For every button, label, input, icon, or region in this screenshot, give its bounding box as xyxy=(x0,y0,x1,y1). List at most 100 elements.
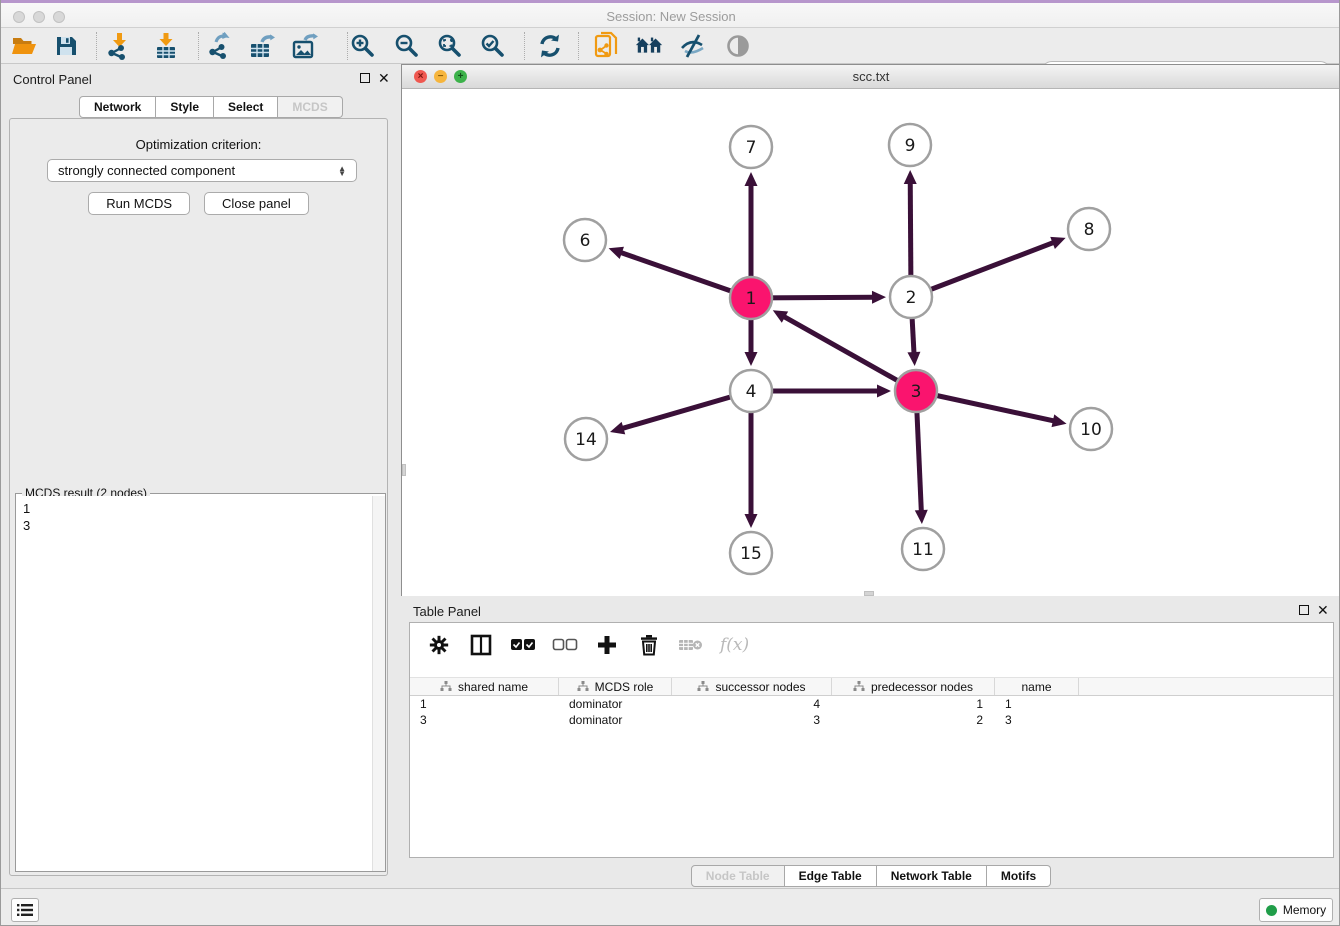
tab-edge-table[interactable]: Edge Table xyxy=(785,865,877,887)
table-panel-close-button[interactable]: ✕ xyxy=(1317,605,1329,615)
table-cell[interactable]: 1 xyxy=(410,696,559,712)
column-settings-icon[interactable] xyxy=(426,632,452,658)
graph-node-7[interactable]: 7 xyxy=(730,126,772,168)
graph-node-6[interactable]: 6 xyxy=(564,219,606,261)
table-row[interactable]: 1dominator411 xyxy=(410,696,1333,712)
toolbar-separator xyxy=(96,32,97,60)
graph-node-1[interactable]: 1 xyxy=(730,277,772,319)
svg-text:4: 4 xyxy=(746,382,757,402)
zoom-fit-icon[interactable] xyxy=(435,32,465,60)
memory-button[interactable]: Memory xyxy=(1259,898,1333,922)
graph-node-10[interactable]: 10 xyxy=(1070,408,1112,450)
svg-text:6: 6 xyxy=(580,231,591,251)
tab-network-table[interactable]: Network Table xyxy=(877,865,987,887)
svg-text:7: 7 xyxy=(746,138,757,158)
tab-mcds[interactable]: MCDS xyxy=(278,96,342,118)
result-scrollbar[interactable] xyxy=(372,496,385,871)
column-header-MCDS-role[interactable]: MCDS role xyxy=(559,678,672,695)
tab-network[interactable]: Network xyxy=(79,96,156,118)
save-session-icon[interactable] xyxy=(51,32,81,60)
run-mcds-button[interactable]: Run MCDS xyxy=(88,192,190,215)
control-panel-title: Control Panel xyxy=(13,72,92,87)
graph-node-14[interactable]: 14 xyxy=(565,418,607,460)
graph-node-2[interactable]: 2 xyxy=(890,276,932,318)
import-table-icon[interactable] xyxy=(151,32,181,60)
zoom-in-icon[interactable] xyxy=(348,32,378,60)
graph-node-11[interactable]: 11 xyxy=(902,528,944,570)
apply-layout-icon[interactable] xyxy=(535,32,565,60)
graph-edge-3-1[interactable] xyxy=(782,316,916,391)
show-task-history-button[interactable] xyxy=(11,898,39,922)
table-cell[interactable]: dominator xyxy=(559,712,672,728)
network-window-title: scc.txt xyxy=(402,69,1340,84)
column-label: successor nodes xyxy=(715,680,805,694)
hierarchy-icon xyxy=(440,681,452,692)
tab-select[interactable]: Select xyxy=(214,96,278,118)
import-network-icon[interactable] xyxy=(104,32,134,60)
first-neighbors-icon[interactable] xyxy=(634,32,664,60)
network-graph: 7 9 6 8 1 2 4 3 14 10 15 11 xyxy=(402,89,1340,596)
graph-node-8[interactable]: 8 xyxy=(1068,208,1110,250)
window-title: Session: New Session xyxy=(1,9,1340,24)
deselect-all-columns-icon[interactable] xyxy=(552,632,578,658)
column-header-shared-name[interactable]: shared name xyxy=(410,678,559,695)
table-cell[interactable]: 1 xyxy=(995,696,1079,712)
add-row-icon[interactable] xyxy=(594,632,620,658)
arrowhead-icon xyxy=(745,514,758,528)
show-all-icon[interactable] xyxy=(723,32,753,60)
open-session-icon[interactable] xyxy=(9,32,39,60)
canvas-vscroll-thumb[interactable] xyxy=(402,464,406,476)
statusbar: Memory xyxy=(1,888,1340,926)
duplicate-network-icon[interactable] xyxy=(591,32,621,60)
control-panel-float-button[interactable] xyxy=(360,73,370,83)
table-cell[interactable]: 3 xyxy=(672,712,832,728)
table-cell[interactable]: dominator xyxy=(559,696,672,712)
delete-row-icon[interactable] xyxy=(636,632,662,658)
graph-node-4[interactable]: 4 xyxy=(730,370,772,412)
tab-node-table[interactable]: Node Table xyxy=(691,865,785,887)
table-cell[interactable]: 3 xyxy=(995,712,1079,728)
tab-style[interactable]: Style xyxy=(156,96,214,118)
svg-text:9: 9 xyxy=(905,136,916,156)
toolbar-separator xyxy=(198,32,199,60)
toolbar-separator xyxy=(578,32,579,60)
column-header-predecessor-nodes[interactable]: predecessor nodes xyxy=(832,678,995,695)
memory-label: Memory xyxy=(1283,903,1326,917)
export-table-icon[interactable] xyxy=(248,32,278,60)
column-header-name[interactable]: name xyxy=(995,678,1079,695)
export-network-icon[interactable] xyxy=(205,32,235,60)
column-header-successor-nodes[interactable]: successor nodes xyxy=(672,678,832,695)
table-panel-float-button[interactable] xyxy=(1299,605,1309,615)
table-cell[interactable]: 4 xyxy=(672,696,832,712)
zoom-selected-icon[interactable] xyxy=(478,32,508,60)
svg-text:3: 3 xyxy=(911,382,922,402)
mcds-result-text[interactable]: 13 xyxy=(16,496,372,871)
graph-edge-2-8[interactable] xyxy=(911,242,1055,297)
table-cell[interactable]: 1 xyxy=(832,696,995,712)
criterion-dropdown[interactable]: strongly connected component ▲▼ xyxy=(47,159,357,182)
column-label: predecessor nodes xyxy=(871,680,973,694)
table-cell[interactable]: 2 xyxy=(832,712,995,728)
graph-node-15[interactable]: 15 xyxy=(730,532,772,574)
show-column-panel-icon[interactable] xyxy=(468,632,494,658)
arrowhead-icon xyxy=(1052,414,1067,427)
table-cell[interactable]: 3 xyxy=(410,712,559,728)
close-panel-button[interactable]: Close panel xyxy=(204,192,309,215)
arrowhead-icon xyxy=(915,510,928,524)
function-builder-icon[interactable]: f(x) xyxy=(720,632,749,658)
node-table: f(x) shared name MCDS role successor nodes… xyxy=(409,622,1334,858)
table-row[interactable]: 3dominator323 xyxy=(410,712,1333,728)
network-canvas[interactable]: 7 9 6 8 1 2 4 3 14 10 15 11 xyxy=(402,89,1340,596)
svg-text:2: 2 xyxy=(906,288,917,308)
export-image-icon[interactable] xyxy=(291,32,321,60)
delete-table-icon[interactable] xyxy=(678,632,704,658)
tab-motifs[interactable]: Motifs xyxy=(987,865,1051,887)
zoom-out-icon[interactable] xyxy=(392,32,422,60)
graph-node-3[interactable]: 3 xyxy=(895,370,937,412)
control-panel-close-button[interactable]: ✕ xyxy=(378,73,390,83)
graph-node-9[interactable]: 9 xyxy=(889,124,931,166)
table-panel-tabs: Node TableEdge TableNetwork TableMotifs xyxy=(401,865,1340,887)
column-label: shared name xyxy=(458,680,528,694)
hide-selected-icon[interactable] xyxy=(678,32,708,60)
select-all-columns-icon[interactable] xyxy=(510,632,536,658)
